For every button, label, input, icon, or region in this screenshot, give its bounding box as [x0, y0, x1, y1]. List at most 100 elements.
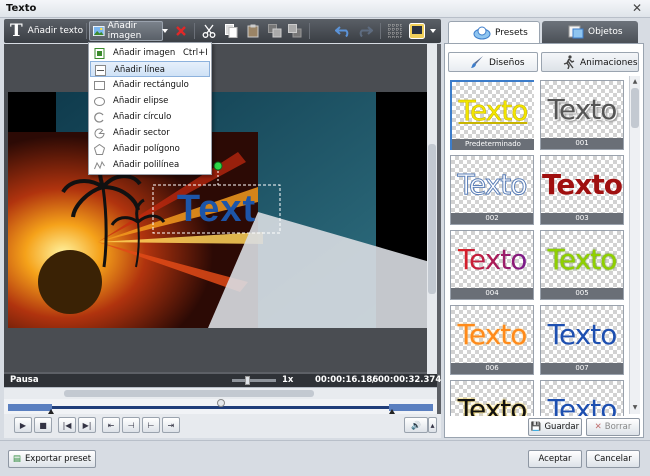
tab-objetos[interactable]: Objetos [542, 21, 638, 43]
cancel-button[interactable]: Cancelar [586, 450, 640, 468]
set-end-button[interactable]: ⇥ [162, 417, 180, 433]
preset-item[interactable]: Texto [450, 380, 534, 416]
goto-start-button[interactable]: ⊣ [122, 417, 140, 433]
volume-dropdown[interactable]: ▴ [428, 417, 437, 433]
export-preset-button[interactable]: ▤ Exportar preset [8, 450, 96, 468]
window-title: Texto [6, 3, 37, 14]
subtab-disenos-label: Diseños [489, 58, 525, 68]
color-dropdown-icon[interactable] [428, 22, 438, 40]
close-icon[interactable]: ✕ [630, 2, 644, 15]
canvas-horizontal-scrollbar[interactable] [4, 387, 437, 399]
circle-icon [94, 112, 104, 123]
preset-caption: 007 [541, 363, 623, 374]
paste-icon[interactable] [244, 22, 262, 40]
preset-item[interactable]: Texto 001 [540, 80, 624, 150]
timeline[interactable] [4, 399, 437, 414]
menu-item-add-sector[interactable]: Añadir sector [90, 125, 210, 141]
goto-end-button[interactable]: ⊢ [142, 417, 160, 433]
add-text-button[interactable]: T Añadir texto [10, 21, 83, 41]
menu-item-add-rectangle[interactable]: Añadir rectángulo [90, 77, 210, 93]
skip-back-icon: |◀ [62, 420, 72, 430]
subtab-disenos[interactable]: Diseños [448, 52, 538, 72]
send-back-icon[interactable] [286, 22, 304, 40]
status-bar: Pausa 1x 00:00:16.186 / 00:00:32.374 [4, 374, 441, 387]
next-frame-button[interactable]: ▶| [78, 417, 96, 433]
scroll-thumb[interactable] [631, 88, 639, 128]
speed-label: 1x [282, 375, 294, 385]
save-preset-button[interactable]: 💾 Guardar [528, 418, 582, 436]
scroll-thumb[interactable] [64, 390, 314, 397]
delete-preset-button[interactable]: ✕ Borrar [586, 418, 640, 436]
redo-icon[interactable] [356, 22, 374, 40]
add-image-button[interactable]: Añadir imagen [89, 21, 163, 41]
preset-item[interactable]: Texto 005 [540, 230, 624, 300]
polygon-icon [94, 144, 105, 155]
preset-thumbnail: Texto [451, 306, 533, 363]
delete-icon[interactable] [172, 22, 190, 40]
accept-button[interactable]: Aceptar [528, 450, 582, 468]
zoom-slider-thumb[interactable] [245, 376, 251, 385]
canvas-text-object[interactable]: Text [153, 187, 280, 231]
line-icon [95, 65, 106, 76]
preset-item[interactable]: Texto 004 [450, 230, 534, 300]
image-icon [94, 48, 105, 59]
canvas-vertical-scrollbar[interactable] [427, 44, 437, 374]
scroll-thumb[interactable] [428, 144, 436, 294]
export-icon: ▤ [12, 454, 21, 464]
timeline-range-start [8, 404, 52, 411]
tab-presets[interactable]: Presets [448, 21, 540, 43]
toolbar: T Añadir texto Añadir imagen [4, 19, 441, 43]
presets-icon [473, 26, 491, 40]
preset-item[interactable]: Texto 007 [540, 305, 624, 375]
menu-item-label: Añadir polilínea [113, 160, 180, 170]
preset-caption: Predeterminado [452, 139, 534, 150]
preset-item[interactable]: Texto 006 [450, 305, 534, 375]
preset-caption: 001 [541, 138, 623, 149]
volume-button[interactable]: 🔊 [404, 417, 428, 433]
preset-scrollbar[interactable]: ▲ ▼ [629, 76, 640, 414]
preset-thumbnail: Texto [541, 81, 623, 138]
preset-item[interactable]: Texto Predeterminado [450, 80, 534, 150]
menu-item-add-line[interactable]: Añadir línea [90, 61, 210, 77]
timeline-playhead[interactable] [217, 399, 225, 407]
running-figure-icon [563, 55, 575, 69]
subtab-animaciones[interactable]: Animaciones [541, 52, 639, 72]
preset-item[interactable]: Texto [540, 380, 624, 416]
scroll-up-icon[interactable]: ▲ [631, 78, 639, 86]
menu-item-add-ellipse[interactable]: Añadir elipse [90, 93, 210, 109]
color-icon[interactable] [408, 22, 426, 40]
dropdown-arrow-icon[interactable] [161, 22, 169, 40]
set-start-button[interactable]: ⇤ [102, 417, 120, 433]
cut-icon[interactable] [200, 22, 218, 40]
canvas-text: Text [176, 187, 257, 230]
copy-icon[interactable] [222, 22, 240, 40]
play-icon: ▶ [19, 420, 27, 430]
preset-sample-text: Texto [457, 168, 528, 202]
accept-label: Aceptar [538, 454, 572, 464]
bring-front-icon[interactable] [266, 22, 284, 40]
prev-frame-button[interactable]: |◀ [58, 417, 76, 433]
menu-item-add-polyline[interactable]: Añadir polilínea [90, 157, 210, 173]
stop-button[interactable]: ■ [34, 417, 52, 433]
preset-item[interactable]: Texto 002 [450, 155, 534, 225]
undo-icon[interactable] [334, 22, 352, 40]
total-time: 00:00:32.374 [378, 375, 442, 385]
menu-item-add-circle[interactable]: Añadir círculo [90, 109, 210, 125]
grid-icon[interactable] [386, 22, 404, 40]
export-label: Exportar preset [24, 454, 92, 464]
preset-sample-text: Texto [457, 243, 528, 276]
playback-state: Pausa [10, 375, 39, 385]
play-button[interactable]: ▶ [14, 417, 32, 433]
zoom-slider[interactable] [232, 376, 276, 385]
preset-item[interactable]: Texto 003 [540, 155, 624, 225]
preset-caption: 004 [451, 288, 533, 299]
subtab-animaciones-label: Animaciones [580, 58, 638, 68]
speaker-icon: 🔊 [411, 420, 421, 430]
menu-item-add-polygon[interactable]: Añadir polígono [90, 141, 210, 157]
scroll-down-icon[interactable]: ▼ [631, 404, 639, 412]
video-canvas[interactable]: Text [8, 92, 430, 328]
preset-sample-text: Texto [547, 393, 618, 416]
menu-item-shortcut: Ctrl+I [183, 48, 208, 58]
goto-end-icon: ⊢ [147, 420, 155, 430]
menu-item-add-image[interactable]: Añadir imagen Ctrl+I [90, 45, 210, 61]
